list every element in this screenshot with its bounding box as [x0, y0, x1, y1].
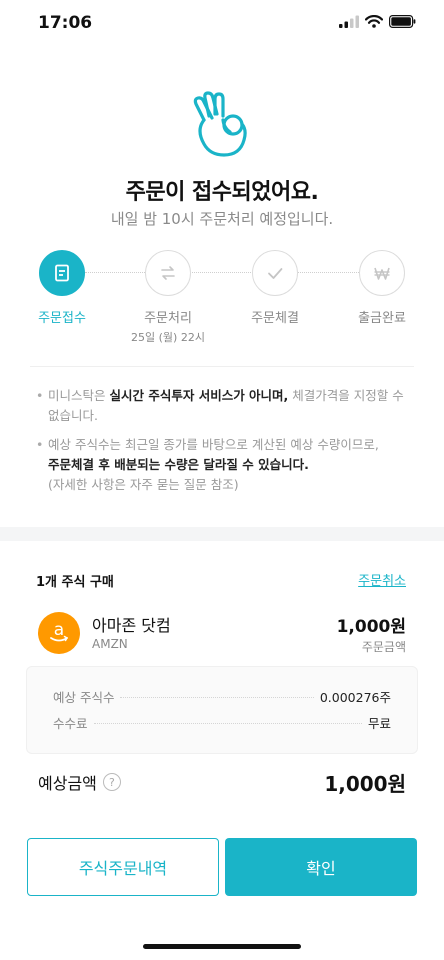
status-bar: 17:06 — [0, 0, 444, 48]
amazon-logo-icon: a — [38, 612, 80, 654]
step-received: 주문접수 — [12, 250, 112, 326]
wifi-icon — [365, 15, 383, 28]
notice-list: 미니스탁은 실시간 주식투자 서비스가 아니며, 체결가격을 지정할 수 없습니… — [36, 386, 408, 504]
hero-subtitle: 내일 밤 10시 주문처리 예정입니다. — [110, 210, 334, 228]
dotted-leader — [120, 697, 314, 698]
stock-name: 아마존 닷컴 — [92, 616, 171, 635]
svg-text:a: a — [54, 620, 64, 640]
step-processing: 주문처리 25일 (월) 22시 — [118, 250, 218, 345]
step-withdrawn: 출금완료 — [332, 250, 432, 326]
home-indicator[interactable] — [143, 944, 301, 949]
step-label: 출금완료 — [358, 311, 406, 326]
notice-emphasis: 실시간 주식투자 서비스가 아니며, — [109, 388, 289, 403]
dotted-leader — [93, 723, 362, 724]
estimate-label: 예상금액 — [38, 774, 97, 793]
section-separator — [0, 527, 444, 541]
detail-value: 무료 — [367, 716, 391, 731]
won-icon — [359, 250, 405, 296]
step-date: 25일 (월) 22시 — [131, 331, 205, 344]
estimate-label-row: 예상금액 ? — [38, 770, 121, 794]
battery-icon — [389, 15, 416, 28]
notice-emphasis: 주문체결 후 배분되는 수량은 달라질 수 있습니다. — [48, 457, 309, 472]
help-icon[interactable]: ? — [102, 773, 121, 791]
order-amount-label: 주문금액 — [361, 640, 406, 654]
check-icon — [252, 250, 298, 296]
status-time: 17:06 — [38, 13, 93, 33]
detail-key: 예상 주식수 — [53, 690, 115, 705]
status-icons — [339, 15, 416, 28]
detail-value: 0.000276주 — [319, 690, 391, 705]
notice-item: 예상 주식수는 최근일 종가를 바탕으로 계산된 예상 수량이므로, 주문체결 … — [36, 435, 408, 495]
cancel-order-link[interactable]: 주문취소 — [358, 570, 406, 589]
exchange-icon — [145, 250, 191, 296]
order-progress-steps: 주문접수 주문처리 25일 (월) 22시 주문체결 출금완료 — [0, 250, 444, 344]
step-executed: 주문체결 — [225, 250, 325, 326]
detail-key: 수수료 — [53, 716, 88, 731]
order-history-button[interactable]: 주식주문내역 — [27, 838, 219, 896]
ok-hand-icon — [193, 91, 247, 157]
order-detail-box: 예상 주식수 0.000276주 수수료 무료 — [26, 666, 418, 754]
step-label: 주문처리 — [144, 311, 192, 326]
step-label: 주문접수 — [38, 311, 86, 326]
notice-text: 미니스탁은 — [48, 388, 110, 403]
divider — [30, 366, 414, 367]
order-heading: 1개 주식 구매 — [36, 575, 114, 590]
notice-item: 미니스탁은 실시간 주식투자 서비스가 아니며, 체결가격을 지정할 수 없습니… — [36, 386, 408, 426]
detail-row-shares: 예상 주식수 0.000276주 — [53, 687, 391, 706]
order-amount: 1,000원 — [336, 617, 406, 637]
step-label: 주문체결 — [251, 311, 299, 326]
hero-title: 주문이 접수되었어요. — [125, 180, 319, 205]
estimate-value: 1,000원 — [324, 772, 406, 796]
notice-text: (자세한 사항은 자주 묻는 질문 참조) — [48, 477, 239, 492]
detail-row-fee: 수수료 무료 — [53, 713, 391, 732]
receipt-icon — [39, 250, 85, 296]
notice-text: 예상 주식수는 최근일 종가를 바탕으로 계산된 예상 수량이므로, — [48, 437, 379, 452]
confirm-button[interactable]: 확인 — [225, 838, 417, 896]
signal-icon — [339, 15, 359, 28]
stock-ticker: AMZN — [92, 637, 128, 651]
